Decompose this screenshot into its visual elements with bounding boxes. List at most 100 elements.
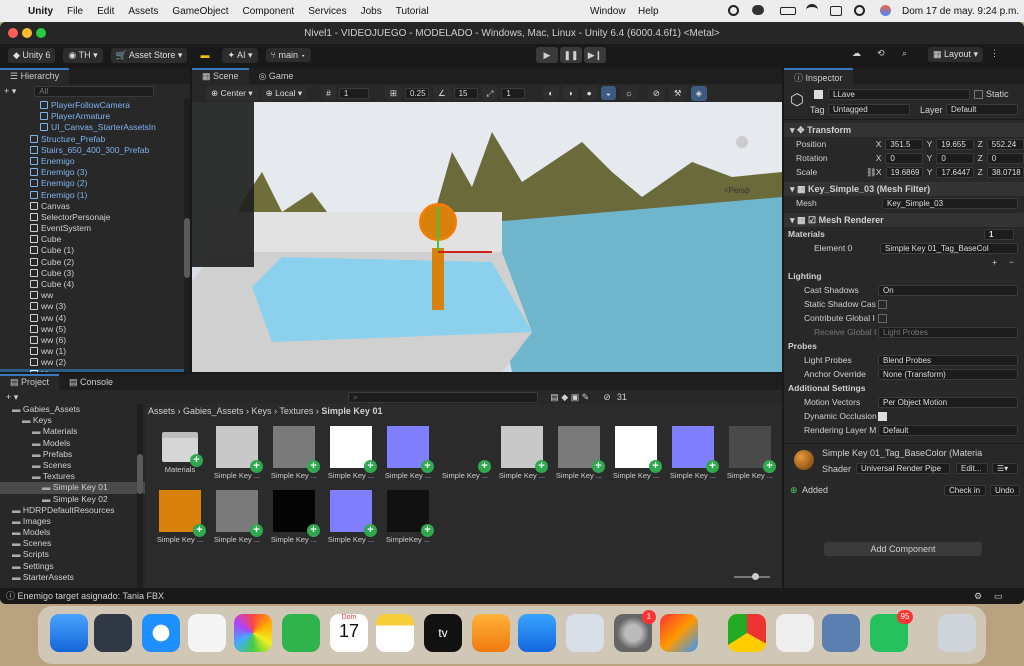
asset-texture[interactable]: + Simple Key ... <box>325 490 377 544</box>
hierarchy-item[interactable]: Stairs_650_400_300_Prefab <box>0 145 190 156</box>
menu-assets[interactable]: Assets <box>128 6 158 17</box>
folder-tree-item[interactable]: ▬ Materials <box>0 426 145 437</box>
tag-dropdown[interactable]: Untagged <box>828 104 910 115</box>
rotation-z-field[interactable]: 0 <box>986 152 1024 164</box>
position-y-field[interactable]: 19.655 <box>936 138 974 150</box>
pages-icon[interactable] <box>472 614 510 652</box>
menu-services[interactable]: Services <box>308 6 346 17</box>
hierarchy-item[interactable]: UI_Canvas_StarterAssetsIn <box>0 122 190 133</box>
wifi-icon[interactable] <box>806 4 818 16</box>
calendar-icon[interactable]: Dom 17 <box>330 614 368 652</box>
menu-gameobject[interactable]: GameObject <box>172 6 228 17</box>
asset-texture[interactable]: + Simple Key ... <box>667 426 719 480</box>
layer-dropdown[interactable]: Default <box>946 104 1018 115</box>
asset-texture[interactable]: + Simple Key ... <box>154 490 206 544</box>
debug-icon[interactable]: ⚙ <box>974 588 982 604</box>
notes-icon[interactable] <box>376 614 414 652</box>
folder-tree-item[interactable]: ▬ Images <box>0 516 145 527</box>
status-text[interactable]: Enemigo target asignado: Tania FBX <box>18 591 164 601</box>
layout-button[interactable]: ▦ Layout ▾ <box>928 47 984 62</box>
hierarchy-item[interactable]: ww (3) <box>0 301 190 312</box>
hierarchy-item[interactable]: Cube (2) <box>0 257 190 268</box>
breadcrumb-keys[interactable]: Keys <box>252 406 272 416</box>
add-object-button[interactable]: + ▾ <box>4 86 16 97</box>
shader-list-button[interactable]: ☰▾ <box>992 463 1018 474</box>
status-icon[interactable] <box>728 5 739 16</box>
hierarchy-item[interactable]: Cube (3) <box>0 268 190 279</box>
hidden-objects-icon[interactable]: ⊘ <box>647 85 665 101</box>
folder-tree-item[interactable]: ▬ Scenes <box>0 460 145 471</box>
folder-tree-item[interactable]: ▬ Scenes <box>0 538 145 549</box>
tab-inspector[interactable]: ⓘ Inspector <box>784 68 853 84</box>
hierarchy-item[interactable]: Cube (1) <box>0 245 190 256</box>
hierarchy-item[interactable]: ww <box>0 290 190 301</box>
menu-component[interactable]: Component <box>243 6 295 17</box>
unity-hub-icon[interactable] <box>776 614 814 652</box>
whatsapp-icon[interactable]: 95 <box>870 610 913 652</box>
hidden-packages-icon[interactable]: ⊘ <box>603 392 611 403</box>
dynamic-occlusion-checkbox[interactable] <box>878 411 887 421</box>
scene-viewport[interactable] <box>192 102 782 372</box>
asset-texture[interactable]: + Simple Key ... <box>382 426 434 480</box>
hierarchy-item[interactable]: PlayerFollowCamera <box>0 100 190 111</box>
ai-button[interactable]: ✦ AI ▾ <box>222 47 258 63</box>
trash-icon[interactable] <box>938 614 976 652</box>
hierarchy-item[interactable]: Structure_Prefab <box>0 134 190 145</box>
hierarchy-item[interactable]: Enemigo (3) <box>0 167 190 178</box>
search-icon[interactable] <box>854 5 865 16</box>
hierarchy-item[interactable]: Enemigo (1) <box>0 190 190 201</box>
angle-field[interactable]: 15 <box>453 87 478 99</box>
asset-folder[interactable]: + Materials <box>154 426 206 474</box>
search-toolbar-icon[interactable]: ⌕ <box>902 48 907 59</box>
hierarchy-item[interactable]: Canvas <box>0 201 190 212</box>
hierarchy-item[interactable]: Cube (4) <box>0 279 190 290</box>
hierarchy-item[interactable]: LLave <box>0 368 190 372</box>
scale-z-field[interactable]: 38.0718 <box>986 166 1024 178</box>
folder-tree-item[interactable]: ▬ Textures <box>0 471 145 482</box>
account-button[interactable]: ◉ TH ▾ <box>63 47 103 63</box>
pause-button[interactable]: ❚❚ <box>560 47 582 63</box>
folder-tree-item[interactable]: ▬ Gabies_Assets <box>0 404 145 415</box>
static-checkbox[interactable] <box>974 90 983 99</box>
asset-texture[interactable]: + Simple Key ... <box>268 490 320 544</box>
folder-tree-item[interactable]: ▬ Simple Key 02 <box>0 494 145 505</box>
asset-texture[interactable]: + Simple Key ... <box>268 426 320 480</box>
filter-icons[interactable]: ▤ ◆ ▣ ✎ <box>550 392 589 403</box>
cast-shadows-dropdown[interactable]: On <box>878 284 1018 296</box>
finder-icon[interactable] <box>50 614 88 652</box>
rotation-y-field[interactable]: 0 <box>936 152 974 164</box>
hierarchy-item[interactable]: ww (4) <box>0 313 190 324</box>
grid-toggle-icon[interactable]: # <box>321 86 336 100</box>
contribute-gi-checkbox[interactable] <box>878 313 887 323</box>
materials-count-field[interactable]: 1 <box>984 228 1014 240</box>
system-settings-icon[interactable]: 1 <box>614 610 656 652</box>
scale-x-field[interactable]: 19.6869 <box>885 166 923 178</box>
pivot-dropdown[interactable]: ⊕ Center ▾ <box>206 85 258 101</box>
effects-toggle-icon[interactable]: ◒ <box>600 86 616 100</box>
persp-label[interactable]: <Persp <box>724 186 750 195</box>
cloud-icon[interactable] <box>752 5 764 15</box>
branch-button[interactable]: ⑂ main ▾ <box>265 48 311 62</box>
object-name-field[interactable]: LLave <box>828 89 970 100</box>
folder-tree-item[interactable]: ▬ Simple Key 01 <box>0 482 145 494</box>
play-button[interactable]: ▶ <box>536 47 558 63</box>
project-search-input[interactable]: ⌕ <box>348 391 539 403</box>
anchor-field[interactable]: None (Transform) <box>878 368 1018 380</box>
hierarchy-item[interactable]: ww (1) <box>0 346 190 357</box>
hierarchy-item[interactable]: Enemigo <box>0 156 190 167</box>
cloud-services-icon[interactable]: ☁ <box>852 48 861 59</box>
additional-settings-section[interactable]: Additional Settings <box>784 381 1024 395</box>
active-checkbox[interactable] <box>814 90 823 99</box>
unity-editor-icon[interactable] <box>822 614 860 652</box>
tab-hierarchy[interactable]: ☰ Hierarchy <box>0 68 70 84</box>
asset-texture[interactable]: + Simple Key ... <box>325 426 377 480</box>
shader-edit-button[interactable]: Edit... <box>956 463 988 474</box>
asset-texture[interactable]: + Simple Key ... <box>724 426 776 480</box>
tab-scene[interactable]: ▦ Scene <box>192 68 249 84</box>
check-in-button[interactable]: Check in <box>944 485 986 496</box>
add-component-button[interactable]: Add Component <box>824 542 982 556</box>
gizmos-icon[interactable]: ◈ <box>690 85 708 101</box>
folder-tree-item[interactable]: ▬ Scripts <box>0 549 145 560</box>
reminders-icon[interactable] <box>188 614 226 652</box>
lighting-section[interactable]: Lighting <box>784 269 1024 283</box>
